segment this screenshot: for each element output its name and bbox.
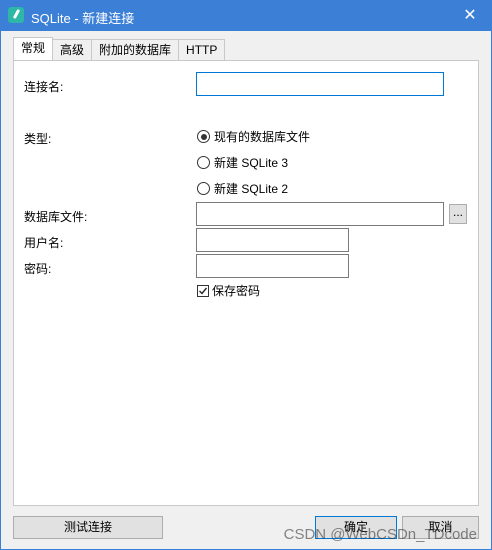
radio-circle	[197, 182, 210, 195]
password-label: 密码:	[24, 262, 52, 276]
checkmark-icon	[199, 287, 208, 295]
radio-new-sqlite-2[interactable]: 新建 SQLite 2	[197, 180, 288, 197]
window-title: SQLite - 新建连接	[31, 11, 135, 26]
ok-button[interactable]: 确定	[315, 516, 397, 539]
username-input[interactable]	[196, 228, 349, 252]
tab-advanced[interactable]: 高级	[52, 39, 93, 60]
tab-http[interactable]: HTTP	[178, 39, 226, 60]
db-file-input[interactable]	[196, 202, 444, 226]
username-label: 用户名:	[24, 236, 64, 250]
db-file-label: 数据库文件:	[24, 210, 88, 224]
radio-circle	[197, 156, 210, 169]
tab-general[interactable]: 常规	[13, 37, 54, 60]
radio-circle	[197, 130, 210, 143]
save-password-checkbox[interactable]: 保存密码	[197, 282, 260, 299]
connection-name-input[interactable]	[196, 72, 444, 96]
radio-existing-db-file[interactable]: 现有的数据库文件	[197, 128, 310, 145]
cancel-button[interactable]: 取消	[402, 516, 479, 539]
save-password-label: 保存密码	[212, 284, 261, 298]
tab-attached-databases[interactable]: 附加的数据库	[91, 39, 180, 60]
password-input[interactable]	[196, 254, 349, 278]
connection-name-label: 连接名:	[24, 80, 64, 94]
checkbox-box	[197, 284, 209, 297]
browse-db-file-button[interactable]: ...	[449, 204, 467, 224]
radio-label-existing-db-file: 现有的数据库文件	[214, 130, 311, 144]
radio-label-new-sqlite-3: 新建 SQLite 3	[214, 156, 289, 170]
general-tab-panel: 连接名: 类型: 现有的数据库文件 新建 SQLite 3 新建 SQLite …	[13, 60, 479, 506]
sqlite-feather-icon	[8, 7, 24, 23]
test-connection-button[interactable]: 测试连接	[13, 516, 163, 539]
type-label: 类型:	[24, 132, 52, 146]
title-bar: SQLite - 新建连接 ✕	[1, 1, 491, 31]
new-connection-dialog: SQLite - 新建连接 ✕ 常规 高级 附加的数据库 HTTP 连接名: 类…	[0, 0, 492, 550]
tab-strip: 常规 高级 附加的数据库 HTTP	[13, 37, 226, 60]
radio-label-new-sqlite-2: 新建 SQLite 2	[214, 182, 289, 196]
close-button[interactable]: ✕	[457, 4, 483, 28]
radio-new-sqlite-3[interactable]: 新建 SQLite 3	[197, 154, 288, 171]
